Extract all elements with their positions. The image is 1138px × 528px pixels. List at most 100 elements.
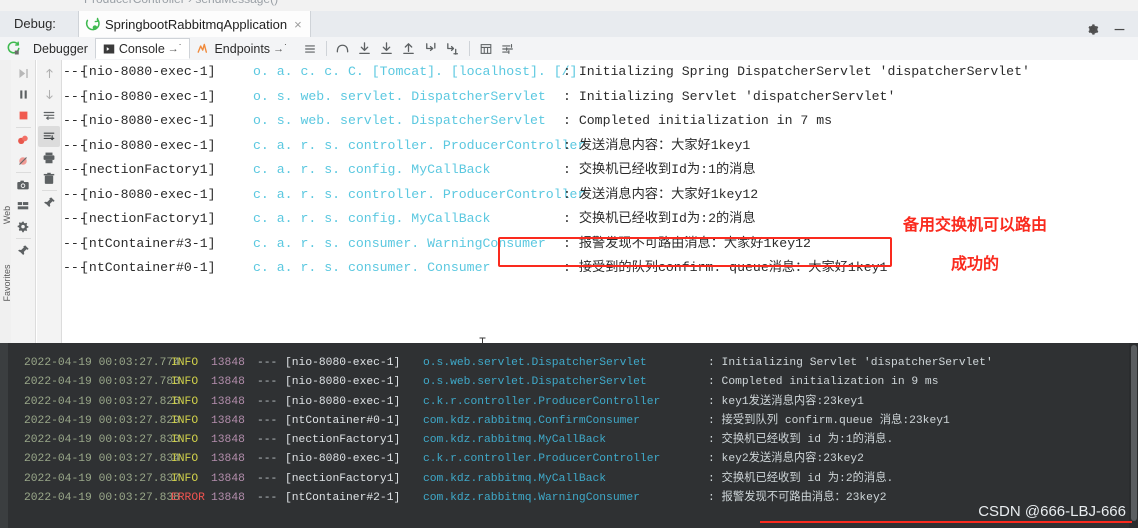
terminal-log-level: INFO: [171, 434, 199, 447]
terminal-log-level: INFO: [171, 414, 199, 427]
pin-tab-icon[interactable]: [38, 192, 60, 213]
tab-endpoints[interactable]: Endpoints →˙: [190, 38, 294, 59]
console-log-line: --- [nio-8080-exec-1] o. s. web. servlet. …: [63, 85, 1138, 110]
settings-lines-icon[interactable]: [497, 38, 519, 59]
terminal-message: : 交换机已经收到 id 为:1的消息.: [708, 434, 894, 447]
console-panel: Web Favorites ➤: [0, 60, 1138, 361]
terminal-message: : Initializing Servlet 'dispatcherServle…: [708, 357, 993, 369]
scroll-down-icon[interactable]: [38, 84, 60, 105]
log-logger: c. a. r. s. controller. ProducerControll…: [253, 186, 586, 202]
console-log-output[interactable]: --- [nio-8080-exec-1] o. a. c. c. C. [Tomc…: [63, 60, 1138, 343]
stop-icon[interactable]: [12, 105, 34, 126]
terminal-dash: ---: [257, 414, 278, 427]
log-logger: c. a. r. s. consumer. Consumer: [253, 260, 491, 275]
layout-icon[interactable]: [12, 195, 34, 216]
terminal-dash: ---: [257, 472, 278, 485]
terminal-log-row-partial: [8, 346, 1129, 354]
terminal-dash: ---: [257, 376, 278, 389]
terminal-log-row: 2022-04-19 00:03:27.783 INFO 13848 --- [nio-…: [8, 373, 1129, 392]
terminal-thread: [ntContainer#2-1]: [285, 492, 401, 505]
log-thread: [nectionFactory1]: [81, 162, 216, 177]
terminal-timestamp: 2022-04-19 00:03:27.826: [24, 395, 180, 408]
terminal-logger: com.kdz.rabbitmq.WarningConsumer: [423, 492, 640, 505]
menu-icon[interactable]: [299, 38, 321, 59]
console-log-line: --- [nio-8080-exec-1] o. s. web. servlet. …: [63, 109, 1138, 134]
annotation-underline: [760, 521, 1132, 523]
log-thread: [nio-8080-exec-1]: [81, 186, 216, 202]
run-to-cursor-icon[interactable]: [420, 38, 442, 59]
terminal-thread: [nio-8080-exec-1]: [285, 453, 401, 466]
tab-debugger[interactable]: Debugger: [26, 38, 95, 59]
terminal-timestamp: 2022-04-19 00:03:27.829: [24, 414, 180, 427]
log-thread: [ntContainer#3-1]: [81, 235, 216, 251]
log-message: : 发送消息内容：大家好1key12: [563, 186, 759, 202]
terminal-thread: [nio-8080-exec-1]: [285, 357, 401, 369]
step-over-icon[interactable]: [332, 38, 354, 59]
console-icon: [103, 43, 115, 55]
terminal-log-level: INFO: [171, 453, 199, 466]
log-logger: c. a. r. s. config. MyCallBack: [253, 211, 491, 226]
gear-icon[interactable]: [1086, 23, 1099, 36]
terminal-log-level: INFO: [171, 357, 199, 369]
minimize-icon[interactable]: [1113, 23, 1126, 36]
terminal-dash: ---: [257, 434, 278, 447]
debug-label: Debug:: [14, 16, 56, 31]
terminal-log-level: INFO: [171, 472, 199, 485]
console-log-line: --- [nio-8080-exec-1] c. a. r. s. controll…: [63, 134, 1138, 159]
log-logger: c. a. r. s. config. MyCallBack: [253, 162, 491, 177]
tab-console[interactable]: Console →˙: [94, 38, 191, 59]
annotation-success: 成功的: [951, 256, 1000, 273]
run-configuration-tab[interactable]: SpringbootRabbitmqApplication ×: [78, 11, 311, 37]
camera-icon[interactable]: [12, 174, 34, 195]
terminal-pid: 13848: [211, 357, 245, 369]
terminal-logger: com.kdz.rabbitmq.MyCallBack: [423, 434, 607, 447]
step-out-icon[interactable]: [398, 38, 420, 59]
terminal-log-rows: 2022-04-19 00:03:27.774 INFO 13848 --- [nio-…: [8, 343, 1129, 528]
console-log-line: --- [nectionFactory1] c. a. r. s. config. …: [63, 158, 1138, 183]
terminal-logger: o.s.web.servlet.DispatcherServlet: [423, 376, 647, 389]
close-icon[interactable]: ×: [294, 18, 302, 31]
terminal-thread: [nio-8080-exec-1]: [285, 376, 401, 389]
pause-icon[interactable]: [12, 84, 34, 105]
spring-boot-icon: [85, 17, 100, 32]
terminal-logger: com.kdz.rabbitmq.MyCallBack: [423, 472, 607, 485]
print-icon[interactable]: [38, 147, 60, 168]
terminal-scrollbar-thumb[interactable]: [1131, 345, 1137, 521]
terminal-pid: 13848: [211, 395, 245, 408]
step-into-icon[interactable]: [354, 38, 376, 59]
pin-icon[interactable]: [12, 240, 34, 261]
clear-all-icon[interactable]: [38, 168, 60, 189]
terminal-log-level: ERROR: [171, 492, 205, 505]
terminal-thread: [ntContainer#0-1]: [285, 414, 401, 427]
terminal-pid: 13848: [211, 472, 245, 485]
tab-endpoints-arrow: →˙: [273, 42, 288, 55]
ide-debug-window: ProducerController › sendMessage() Debug…: [0, 0, 1138, 528]
console-log-line: --- [nio-8080-exec-1] o. a. c. c. C. [Tomc…: [63, 60, 1138, 85]
log-thread: [nio-8080-exec-1]: [81, 88, 216, 104]
settings-gear-icon[interactable]: [12, 216, 34, 237]
log-message: : 交换机已经收到Id为:1的消息: [563, 162, 756, 177]
terminal-panel[interactable]: 2022-04-19 00:03:27.774 INFO 13848 --- [nio-…: [0, 343, 1138, 528]
force-step-into-icon[interactable]: [376, 38, 398, 59]
terminal-log-row: 2022-04-19 00:03:27.829 INFO 13848 --- [ntCo…: [8, 412, 1129, 431]
view-breakpoints-icon[interactable]: [12, 129, 34, 150]
terminal-scrollbar[interactable]: [1129, 343, 1138, 528]
evaluate-expression-icon[interactable]: [475, 38, 497, 59]
watermark: CSDN @666-LBJ-666: [978, 503, 1126, 520]
log-message: : Initializing Spring DispatcherServlet …: [563, 64, 1030, 79]
log-logger: o. s. web. servlet. DispatcherServlet: [253, 88, 546, 104]
soft-wrap-icon[interactable]: [38, 105, 60, 126]
toolbar-divider-2: [468, 41, 470, 56]
log-thread: [nectionFactory1]: [81, 211, 216, 226]
log-message: : Completed initialization in 7 ms: [563, 113, 833, 128]
scroll-to-end-icon[interactable]: [38, 126, 60, 147]
terminal-timestamp: 2022-04-19 00:03:27.834: [24, 453, 180, 466]
terminal-timestamp: 2022-04-19 00:03:27.774: [24, 357, 180, 369]
resume-icon[interactable]: [12, 63, 34, 84]
drop-frame-icon[interactable]: [442, 38, 464, 59]
rerun-icon[interactable]: [0, 41, 26, 56]
terminal-message: : key1发送消息内容:23key1: [708, 395, 864, 408]
window-controls: [1086, 23, 1126, 36]
scroll-up-icon[interactable]: [38, 63, 60, 84]
mute-breakpoints-icon[interactable]: [12, 150, 34, 171]
